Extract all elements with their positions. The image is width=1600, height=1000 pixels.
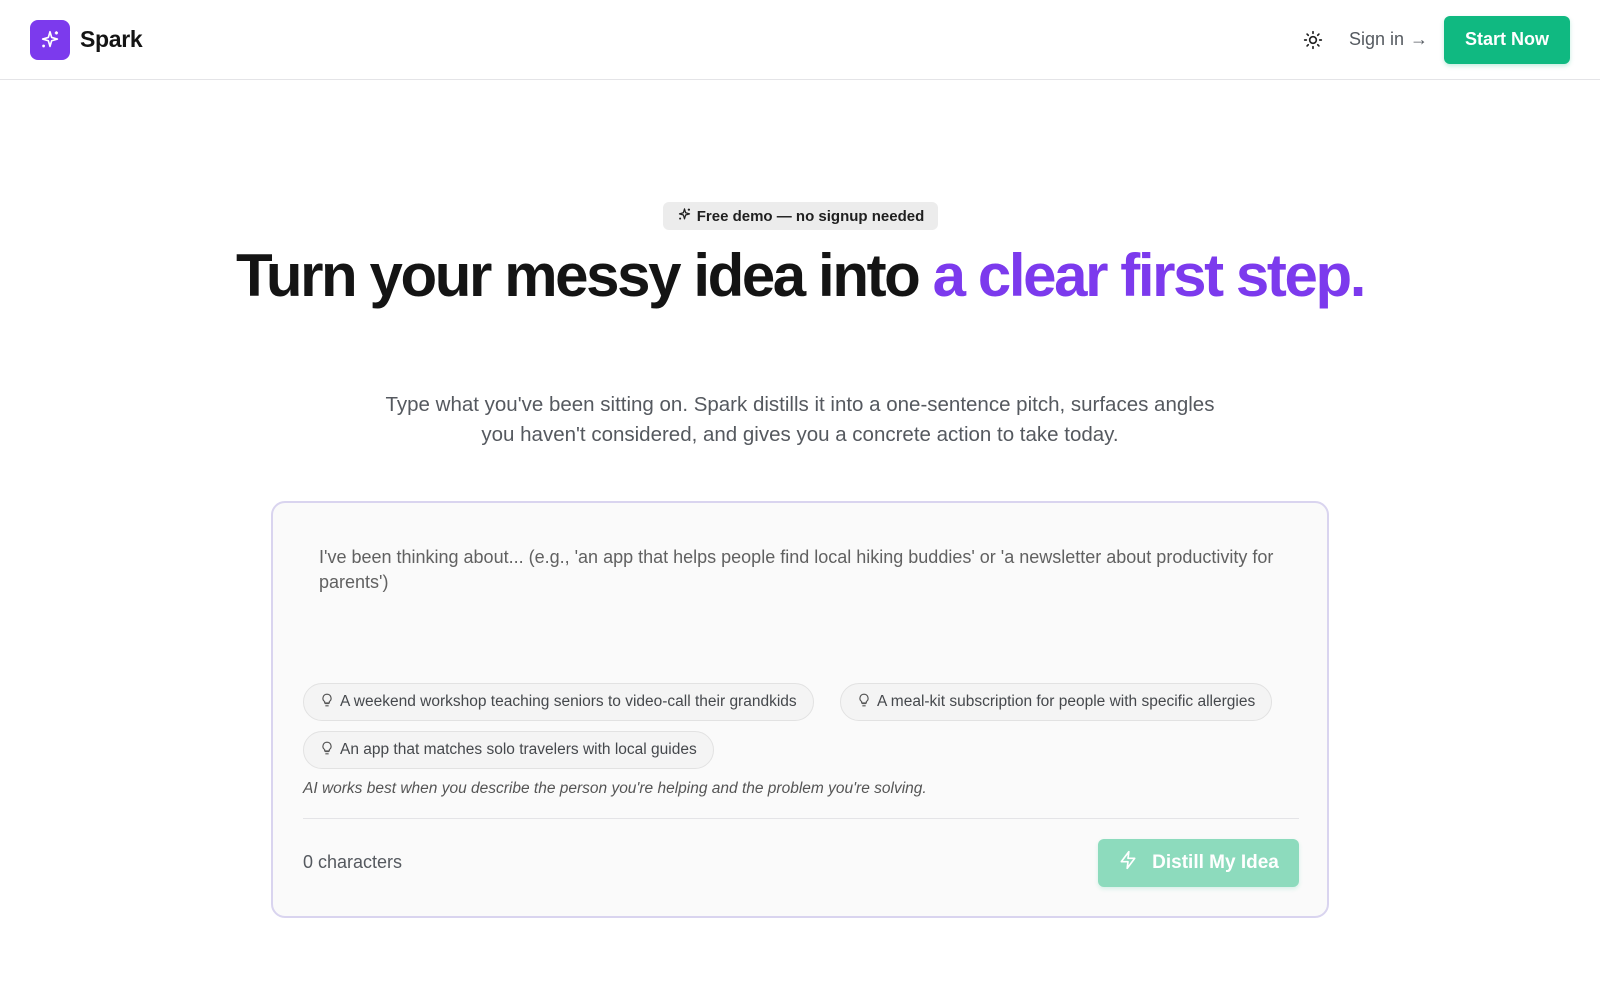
suggestion-label: A meal-kit subscription for people with … (877, 693, 1256, 710)
lightbulb-icon (320, 692, 334, 713)
distill-button[interactable]: Distill My Idea (1098, 839, 1299, 887)
badge-text: Free demo — no signup needed (696, 207, 925, 225)
lightbulb-icon (320, 740, 334, 761)
sign-in-link[interactable]: Sign in → (1349, 29, 1428, 50)
suggestion-chip[interactable]: An app that matches solo travelers with … (303, 731, 714, 769)
brand[interactable]: Spark (30, 19, 143, 60)
distill-button-label: Distill My Idea (1152, 852, 1279, 873)
suggestion-label: A weekend workshop teaching seniors to v… (340, 693, 797, 710)
sign-in-label: Sign in (1348, 29, 1404, 49)
arrow-right-icon: → (1409, 29, 1428, 49)
headline-plain: Turn your messy idea into (236, 242, 933, 309)
headline-accent: a clear first step. (932, 242, 1367, 309)
character-count: 0 characters (303, 852, 403, 872)
brand-name: Spark (80, 26, 143, 52)
page-title: Turn your messy idea into a clear first … (200, 246, 1400, 306)
lightning-icon (1118, 850, 1138, 876)
input-hint: AI works best when you describe the pers… (303, 780, 927, 797)
hero-subtitle: Type what you've been sitting on. Spark … (385, 393, 1215, 446)
free-demo-badge: Free demo — no signup needed (663, 202, 938, 230)
sun-icon[interactable] (1297, 24, 1329, 56)
start-now-button[interactable]: Start Now (1443, 15, 1570, 64)
suggestion-chip[interactable]: A meal-kit subscription for people with … (840, 683, 1273, 721)
idea-input[interactable] (303, 533, 1299, 663)
sparkles-icon (677, 207, 692, 226)
lightbulb-icon (857, 692, 871, 713)
card-divider (303, 818, 1299, 819)
sparkles-icon (30, 19, 70, 60)
suggestion-chip[interactable]: A weekend workshop teaching seniors to v… (303, 683, 814, 721)
nav-actions: Sign in → Start Now (1297, 15, 1570, 64)
top-navbar: Spark Sign in → Start Now (0, 0, 1600, 80)
idea-composer-card: A weekend workshop teaching seniors to v… (271, 501, 1329, 918)
suggestion-label: An app that matches solo travelers with … (340, 741, 697, 758)
